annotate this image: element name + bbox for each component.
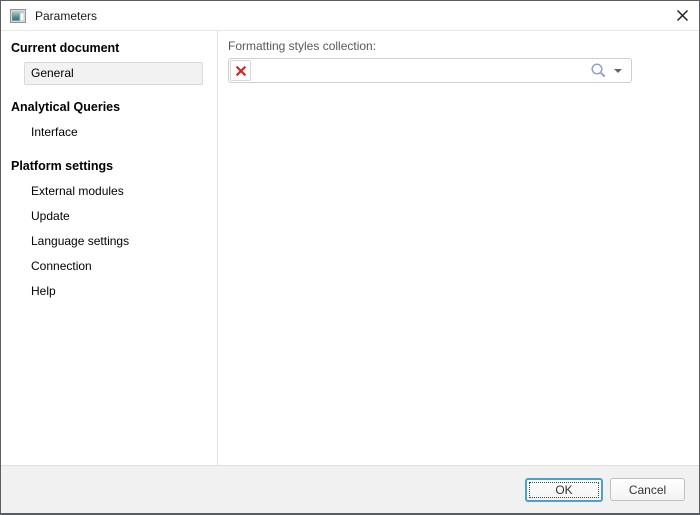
sidebar-item-interface[interactable]: Interface: [24, 121, 203, 144]
general-settings-panel: Formatting styles collection:: [218, 31, 699, 465]
group-header-platform-settings: Platform settings: [11, 159, 207, 173]
search-icon[interactable]: [587, 60, 609, 82]
close-icon[interactable]: [665, 1, 699, 30]
ok-button[interactable]: OK: [525, 478, 603, 502]
group-header-analytical-queries: Analytical Queries: [11, 100, 207, 114]
settings-nav: Current document General Analytical Quer…: [1, 31, 218, 465]
chevron-down-icon[interactable]: [609, 60, 627, 82]
window-title: Parameters: [35, 9, 97, 23]
group-header-current-document: Current document: [11, 41, 207, 55]
clear-icon[interactable]: [230, 60, 251, 81]
formatting-styles-input[interactable]: [255, 61, 583, 80]
cancel-button[interactable]: Cancel: [610, 478, 685, 501]
formatting-styles-label: Formatting styles collection:: [228, 39, 689, 53]
parameters-dialog: Parameters Current document General Anal…: [0, 0, 700, 515]
sidebar-item-external-modules[interactable]: External modules: [24, 180, 203, 203]
sidebar-item-update[interactable]: Update: [24, 205, 203, 228]
sidebar-item-help[interactable]: Help: [24, 280, 203, 303]
dialog-body: Current document General Analytical Quer…: [1, 31, 699, 465]
sidebar-item-general[interactable]: General: [24, 62, 203, 85]
button-bar: OK Cancel: [1, 465, 699, 513]
title-bar: Parameters: [1, 1, 699, 31]
sidebar-item-connection[interactable]: Connection: [24, 255, 203, 278]
sidebar-item-language-settings[interactable]: Language settings: [24, 230, 203, 253]
app-window-icon: [10, 8, 26, 24]
formatting-styles-combo: [228, 58, 632, 83]
